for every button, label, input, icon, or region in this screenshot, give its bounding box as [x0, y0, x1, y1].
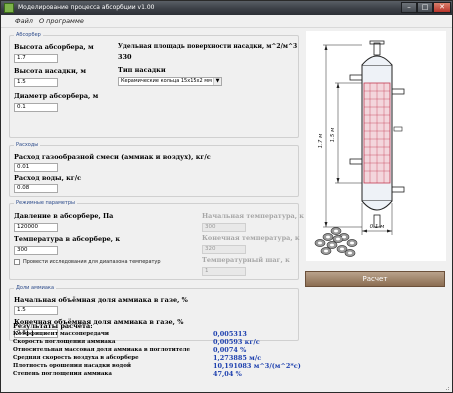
title-bar[interactable]: Моделирование процесса абсорбции v1.00 –…: [1, 1, 452, 15]
temperature-step-label: Температурный шаг, к: [202, 256, 290, 264]
result-value: 1,273885 м/с: [213, 354, 262, 362]
absorber-group-title: Абсорбер: [14, 32, 43, 38]
calculate-button[interactable]: Расчет: [305, 271, 445, 287]
pressure-input[interactable]: 120000: [14, 223, 58, 232]
temperature-range-checkbox[interactable]: [14, 259, 20, 265]
result-value: 0,0074 %: [213, 346, 247, 354]
gas-flow-label: Расход газообразной смеси (аммиак и возд…: [14, 153, 211, 161]
pressure-label: Давление в абсорбере, Па: [14, 212, 114, 220]
menu-bar: Файл О программе: [1, 15, 452, 28]
surface-area-value: 330: [118, 53, 132, 61]
drawing-packing-height: 1.5 м: [330, 128, 336, 143]
result-label: Коэффициент массопередачи: [13, 331, 109, 337]
maximize-button[interactable]: □: [417, 2, 433, 13]
end-temperature-label: Конечная температура, к: [202, 234, 300, 242]
packing-type-label: Тип насадки: [118, 66, 166, 74]
water-flow-label: Расход воды, кг/с: [14, 174, 82, 182]
absorber-diameter-input[interactable]: 0.1: [14, 103, 58, 112]
packing-height-label: Высота насадки, м: [14, 67, 86, 75]
result-value: 0,00593 кг/с: [213, 338, 260, 346]
mode-group-title: Режимные параметры: [14, 200, 77, 206]
result-value: 47,04 %: [213, 370, 242, 378]
surface-area-label: Удельная площадь поверхности насадки, м^…: [118, 43, 298, 50]
temperature-label: Температура в абсорбере, к: [14, 235, 121, 243]
water-flow-input[interactable]: 0.08: [14, 184, 58, 193]
mode-group: Режимные параметры Давление в абсорбере,…: [9, 200, 304, 280]
result-value: 10,191083 м^3/(м^2*с): [213, 362, 301, 370]
result-label: Относительная массовая доля аммиака в по…: [13, 347, 190, 353]
absorber-group: Абсорбер Высота абсорбера, м 1.7 Высота …: [9, 32, 299, 138]
result-label: Плотность орошения насадки водой: [13, 363, 131, 369]
main-window: Моделирование процесса абсорбции v1.00 –…: [0, 0, 453, 393]
drawing-full-height: 1.7 м: [318, 134, 324, 149]
absorber-drawing: 1.7 м 1.5 м 0.1 м: [306, 31, 446, 261]
drawing-diameter: 0.1 м: [370, 224, 385, 230]
absorber-height-label: Высота абсорбера, м: [14, 43, 94, 51]
result-label: Степень поглощения аммиака: [13, 371, 112, 377]
start-temperature-label: Начальная температура, к: [202, 212, 304, 220]
minimize-button[interactable]: –: [401, 2, 417, 13]
packing-height-input[interactable]: 1.5: [14, 78, 58, 87]
packing-type-selected: Керамические кольца 15x15x2 мм: [121, 78, 212, 84]
absorber-height-input[interactable]: 1.7: [14, 54, 58, 63]
gas-flow-input[interactable]: 0.01: [14, 163, 58, 172]
app-icon: [4, 3, 14, 13]
window-title: Моделирование процесса абсорбции v1.00: [18, 4, 155, 11]
start-temperature-input[interactable]: 300: [202, 223, 246, 232]
ammonia-group-title: Доли аммиака: [14, 285, 57, 291]
start-fraction-input[interactable]: 1.5: [14, 306, 58, 315]
result-label: Средняя скорость воздуха в абсорбере: [13, 355, 139, 361]
results-title: Результаты расчёта:: [13, 322, 93, 330]
absorber-schematic: 1.7 м 1.5 м 0.1 м: [306, 31, 446, 261]
resize-grip-icon[interactable]: [442, 385, 450, 391]
temperature-range-label: Провести исследования для диапазона темп…: [23, 259, 161, 265]
temperature-input[interactable]: 300: [14, 246, 58, 255]
menu-file[interactable]: Файл: [15, 17, 33, 25]
absorber-diameter-label: Диаметр абсорбера, м: [14, 92, 99, 100]
menu-about[interactable]: О программе: [39, 17, 84, 25]
flows-group-title: Расходы: [14, 142, 41, 148]
end-temperature-input[interactable]: 320: [202, 245, 246, 254]
temperature-step-input[interactable]: 1: [202, 267, 246, 276]
start-fraction-label: Начальная объёмная доля аммиака в газе, …: [14, 296, 188, 304]
flows-group: Расходы Расход газообразной смеси (аммиа…: [9, 142, 299, 197]
result-label: Скорость поглощения аммиака: [13, 339, 116, 345]
close-button[interactable]: ✕: [433, 2, 451, 13]
chevron-down-icon: ▼: [213, 78, 221, 85]
result-value: 0,005313: [213, 330, 247, 338]
packing-type-select[interactable]: Керамические кольца 15x15x2 мм ▼: [118, 77, 222, 86]
